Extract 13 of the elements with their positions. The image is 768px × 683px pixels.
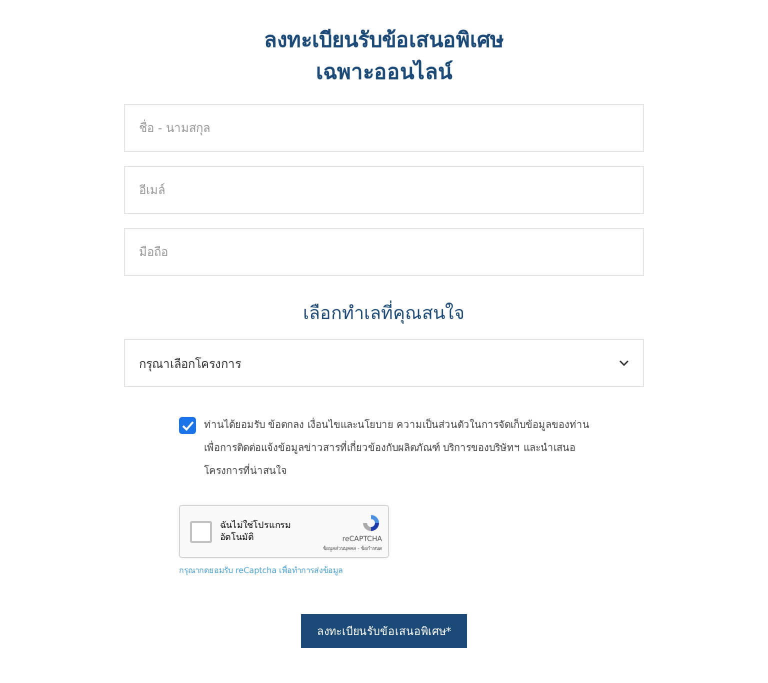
captcha-hint: กรุณากดยอมรับ reCaptcha เพื่อทำการส่งข้อมูล — [179, 564, 344, 577]
captcha-label: ฉันไม่ใช่โปรแกรม อัตโนมัติ — [220, 520, 292, 544]
text-field[interactable]: มือถือ — [124, 228, 644, 276]
chevron-down-icon — [619, 360, 629, 366]
form-title: ลงทะเบียนรับข้อเสนอพิเศษ เฉพาะออนไลน์ — [263, 27, 505, 86]
captcha-checkbox[interactable] — [190, 520, 212, 542]
consent-checkbox[interactable] — [179, 417, 196, 434]
text-field[interactable]: อีเมล์ — [124, 166, 644, 214]
text-field[interactable]: ชื่อ - นามสกุล — [124, 104, 644, 152]
section-heading: เลือกทำเลที่คุณสนใจ — [124, 298, 644, 327]
submit-button[interactable]: ลงทะเบียนรับข้อเสนอพิเศษ* — [300, 614, 468, 648]
consent-text: ท่านได้ยอมรับ ข้อตกลง เงื่อนไขและนโยบาย ความเป็นส่วนตัวในการจัดเก็บข้อมูลของท่าน เพื่อการติดต่อแจ้งข้อมูลข่าวสารที่เกี่ยวข้องกับผลิตภัณฑ์ บริการของบริษัทฯ และนำเสนอ โครงการที่น่าสนใจ — [204, 414, 590, 483]
project-select[interactable]: กรุณาเลือกโครงการ — [124, 339, 644, 387]
